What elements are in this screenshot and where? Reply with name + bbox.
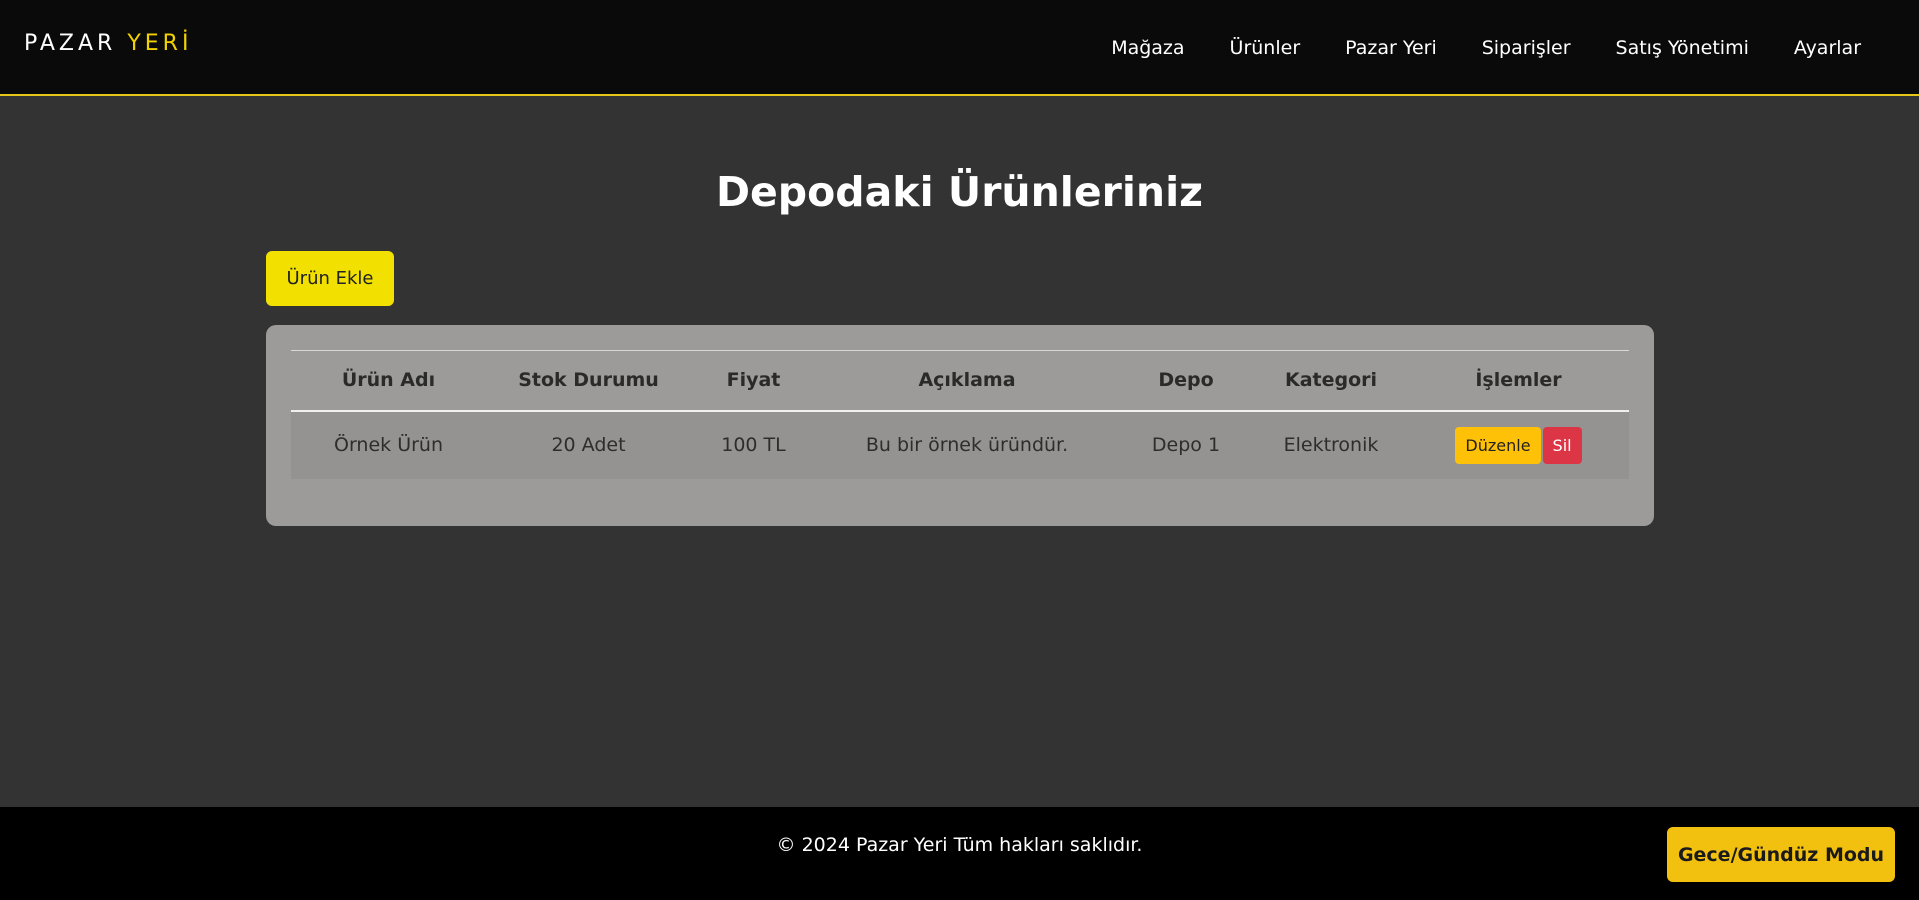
column-header-description: Açıklama bbox=[918, 369, 1016, 392]
column-header-name: Ürün Adı bbox=[341, 369, 436, 392]
table-header-row: Ürün Adı Stok Durumu Fiyat Açıklama Depo… bbox=[291, 350, 1629, 411]
nav-item-ayarlar[interactable]: Ayarlar bbox=[1794, 37, 1861, 59]
copyright-text: © 2024 Pazar Yeri Tüm hakları saklıdır. bbox=[776, 834, 1143, 856]
theme-toggle-button[interactable]: Gece/Gündüz Modu bbox=[1667, 827, 1895, 882]
logo[interactable]: PAZAR YERİ bbox=[24, 31, 192, 56]
nav-item-satis-yonetimi[interactable]: Satış Yönetimi bbox=[1616, 37, 1749, 59]
nav-item-siparisler[interactable]: Siparişler bbox=[1482, 37, 1571, 59]
cell-description: Bu bir örnek üründür. bbox=[865, 434, 1069, 456]
products-table: Ürün Adı Stok Durumu Fiyat Açıklama Depo… bbox=[291, 350, 1629, 479]
table-row: Örnek Ürün 20 Adet 100 TL Bu bir örnek ü… bbox=[291, 410, 1629, 479]
cell-price: 100 TL bbox=[721, 434, 786, 456]
edit-button[interactable]: Düzenle bbox=[1455, 426, 1541, 464]
column-header-category: Kategori bbox=[1284, 369, 1378, 392]
add-product-button[interactable]: Ürün Ekle bbox=[266, 251, 394, 306]
nav-item-pazar-yeri[interactable]: Pazar Yeri bbox=[1345, 37, 1437, 59]
logo-main: PAZAR bbox=[24, 31, 117, 56]
nav-item-urunler[interactable]: Ürünler bbox=[1230, 37, 1301, 59]
products-table-card: Ürün Adı Stok Durumu Fiyat Açıklama Depo… bbox=[266, 325, 1654, 526]
main-nav: Mağaza Ürünler Pazar Yeri Siparişler Sat… bbox=[1066, 0, 1861, 96]
cell-actions: Düzenle Sil bbox=[1408, 411, 1629, 479]
cell-stock: 20 Adet bbox=[551, 434, 626, 456]
top-header: PAZAR YERİ Mağaza Ürünler Pazar Yeri Sip… bbox=[0, 0, 1919, 96]
footer: © 2024 Pazar Yeri Tüm hakları saklıdır. … bbox=[0, 807, 1919, 900]
nav-item-magaza[interactable]: Mağaza bbox=[1111, 37, 1184, 59]
column-header-price: Fiyat bbox=[726, 369, 781, 392]
column-header-warehouse: Depo bbox=[1158, 369, 1214, 392]
column-header-stock: Stok Durumu bbox=[518, 369, 659, 392]
column-header-actions: İşlemler bbox=[1475, 369, 1562, 392]
delete-button[interactable]: Sil bbox=[1542, 426, 1582, 464]
cell-name: Örnek Ürün bbox=[333, 434, 443, 456]
page-title: Depodaki Ürünleriniz bbox=[715, 168, 1204, 216]
logo-accent: YERİ bbox=[127, 31, 193, 56]
cell-warehouse: Depo 1 bbox=[1151, 434, 1221, 456]
cell-category: Elektronik bbox=[1283, 434, 1379, 456]
